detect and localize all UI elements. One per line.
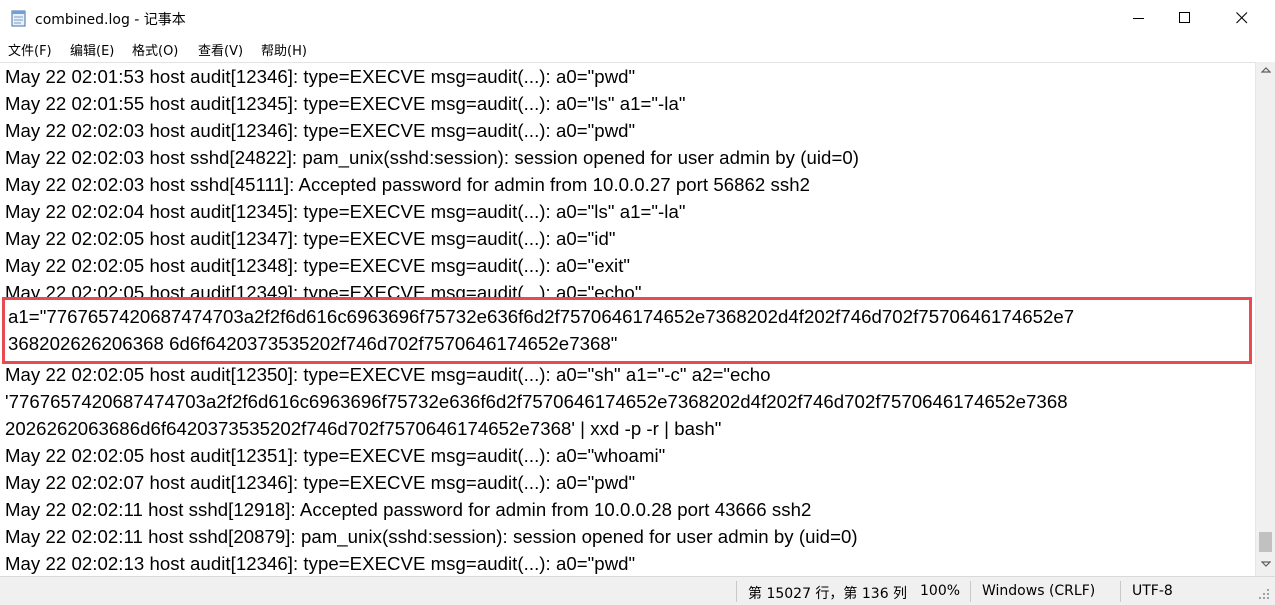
window-title: combined.log - 记事本 [35, 12, 186, 28]
menu-file[interactable]: 文件(F) [8, 40, 52, 59]
scrollbar-thumb[interactable] [1259, 532, 1272, 552]
log-line: May 22 02:02:13 host audit[12346]: type=… [5, 553, 636, 574]
log-line: May 22 02:01:53 host audit[12346]: type=… [5, 66, 636, 87]
text-editor[interactable]: May 22 02:01:53 host audit[12346]: type=… [0, 62, 1255, 577]
highlighted-payload-box: a1="7767657420687474703a2f2f6d616c696369… [2, 297, 1252, 364]
menu-edit[interactable]: 编辑(E) [70, 40, 114, 59]
status-divider [1120, 581, 1121, 602]
status-divider [970, 581, 971, 602]
log-line: May 22 02:02:07 host audit[12346]: type=… [5, 472, 636, 493]
log-line: May 22 02:02:05 host audit[12348]: type=… [5, 255, 631, 276]
menu-view[interactable]: 查看(V) [198, 40, 243, 59]
log-line: May 22 02:02:05 host audit[12350]: type=… [5, 364, 771, 385]
notepad-icon [10, 9, 28, 27]
menu-format[interactable]: 格式(O) [132, 40, 178, 59]
line-ending: Windows (CRLF) [982, 583, 1096, 599]
status-divider [736, 581, 737, 602]
resize-grip-icon[interactable] [1258, 588, 1270, 600]
zoom-level: 100% [920, 583, 961, 599]
minimize-icon [1133, 18, 1144, 19]
log-line: May 22 02:02:03 host sshd[24822]: pam_un… [5, 147, 859, 168]
title-bar: combined.log - 记事本 [0, 0, 1275, 36]
log-line: May 22 02:02:05 host audit[12347]: type=… [5, 228, 616, 249]
menu-help[interactable]: 帮助(H) [261, 40, 307, 59]
scroll-down-icon[interactable] [1261, 560, 1271, 568]
log-lines-bottom: May 22 02:02:05 host audit[12350]: type=… [5, 361, 1068, 577]
log-line: May 22 02:02:03 host sshd[45111]: Accept… [5, 174, 810, 195]
cursor-position: 第 15027 行，第 136 列 [748, 586, 908, 602]
log-line: '7767657420687474703a2f2f6d616c6963696f7… [5, 391, 1068, 412]
vertical-scrollbar[interactable] [1255, 62, 1275, 576]
minimize-button[interactable] [1116, 0, 1162, 36]
maximize-button[interactable] [1162, 0, 1208, 36]
log-line: May 22 02:02:05 host audit[12351]: type=… [5, 445, 666, 466]
status-bar: 第 15027 行，第 136 列 100% Windows (CRLF) UT… [0, 576, 1275, 605]
highlighted-line: a1="7767657420687474703a2f2f6d616c696369… [8, 306, 1075, 327]
log-line: May 22 02:02:11 host sshd[12918]: Accept… [5, 499, 812, 520]
close-icon [1236, 12, 1248, 24]
menu-bar: 文件(F) 编辑(E) 格式(O) 查看(V) 帮助(H) [0, 36, 1275, 62]
encoding: UTF-8 [1132, 583, 1173, 599]
log-line: 2026262063686d6f6420373535202f746d702f75… [5, 418, 722, 439]
scroll-up-icon[interactable] [1261, 66, 1271, 74]
log-line: May 22 02:02:03 host audit[12346]: type=… [5, 120, 636, 141]
maximize-icon [1179, 12, 1190, 23]
highlighted-line: 368202626206368 6d6f6420373535202f746d70… [8, 333, 618, 354]
close-button[interactable] [1219, 0, 1265, 36]
log-line: May 22 02:02:04 host audit[12345]: type=… [5, 201, 686, 222]
log-line: May 22 02:01:55 host audit[12345]: type=… [5, 93, 686, 114]
log-lines-top: May 22 02:01:53 host audit[12346]: type=… [5, 63, 859, 306]
log-line: May 22 02:02:11 host sshd[20879]: pam_un… [5, 526, 858, 547]
